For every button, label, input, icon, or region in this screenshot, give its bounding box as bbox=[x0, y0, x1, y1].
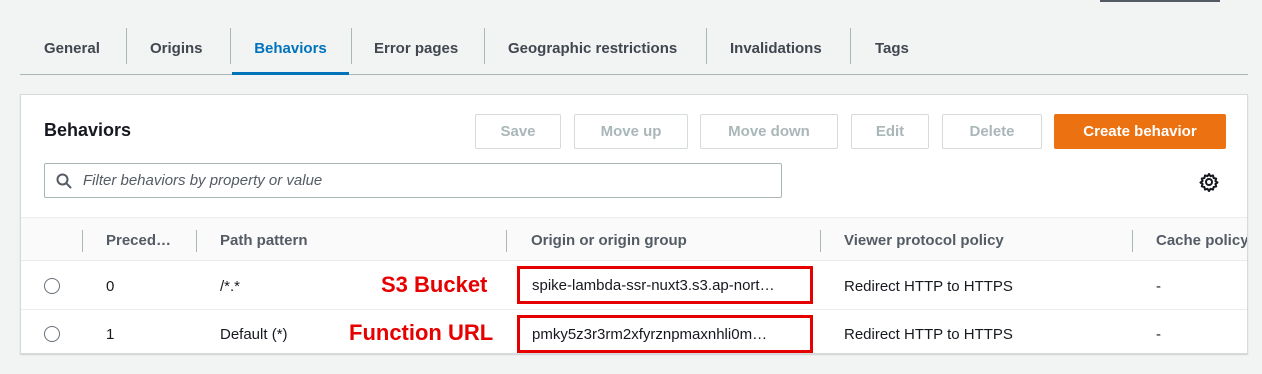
table-header: Preced… Path pattern Origin or origin gr… bbox=[21, 217, 1247, 262]
origin-cell: pmky5z3r3rm2xfyrznpmaxnhli0m… bbox=[517, 315, 813, 353]
column-header-precedence[interactable]: Preced… bbox=[106, 218, 171, 262]
tab-divider bbox=[126, 28, 127, 64]
cache-policy-cell: - bbox=[1156, 325, 1161, 343]
move-down-button[interactable]: Move down bbox=[700, 114, 838, 149]
behaviors-panel: Behaviors Save Move up Move down Edit De… bbox=[20, 94, 1248, 354]
column-header-cache-policy[interactable]: Cache policy bbox=[1156, 218, 1247, 262]
tab-behaviors[interactable]: Behaviors bbox=[232, 22, 349, 75]
search-input[interactable] bbox=[83, 172, 763, 189]
column-divider bbox=[82, 230, 83, 252]
table-row[interactable]: 1 Default (*) Function URL pmky5z3r3rm2x… bbox=[21, 310, 1247, 353]
tab-error-pages[interactable]: Error pages bbox=[374, 22, 458, 74]
table-row[interactable]: 0 /*.* S3 Bucket spike-lambda-ssr-nuxt3.… bbox=[21, 262, 1247, 310]
delete-button[interactable]: Delete bbox=[942, 114, 1042, 149]
cache-policy-cell: - bbox=[1156, 277, 1161, 295]
tab-tags[interactable]: Tags bbox=[875, 22, 909, 74]
precedence-cell: 1 bbox=[106, 325, 115, 343]
gear-icon[interactable] bbox=[1199, 172, 1219, 197]
create-behavior-button[interactable]: Create behavior bbox=[1054, 114, 1226, 149]
tab-bar: General Origins Behaviors Error pages Ge… bbox=[20, 22, 1248, 75]
tab-geographic-restrictions[interactable]: Geographic restrictions bbox=[508, 22, 677, 74]
precedence-cell: 0 bbox=[106, 277, 115, 295]
annotation-label: Function URL bbox=[349, 320, 494, 345]
column-divider bbox=[820, 230, 821, 252]
tab-divider bbox=[230, 28, 231, 64]
column-divider bbox=[506, 230, 507, 252]
column-header-viewer-protocol-policy[interactable]: Viewer protocol policy bbox=[844, 218, 1004, 262]
top-divider bbox=[1100, 0, 1220, 2]
tab-divider bbox=[351, 28, 352, 64]
column-divider bbox=[1132, 230, 1133, 252]
viewer-protocol-policy-cell: Redirect HTTP to HTTPS bbox=[844, 277, 1013, 295]
edit-button[interactable]: Edit bbox=[851, 114, 929, 149]
move-up-button[interactable]: Move up bbox=[574, 114, 688, 149]
filter-search-box[interactable] bbox=[44, 163, 782, 198]
annotation-label: S3 Bucket bbox=[381, 272, 488, 297]
origin-cell: spike-lambda-ssr-nuxt3.s3.ap-nort… bbox=[517, 266, 813, 304]
tab-origins[interactable]: Origins bbox=[150, 22, 203, 74]
path-pattern-cell: /*.* bbox=[220, 277, 241, 295]
tab-divider bbox=[850, 28, 851, 64]
row-select-radio[interactable] bbox=[44, 278, 60, 294]
column-header-origin[interactable]: Origin or origin group bbox=[531, 218, 687, 262]
tab-divider bbox=[484, 28, 485, 64]
tab-divider bbox=[706, 28, 707, 64]
save-button[interactable]: Save bbox=[475, 114, 561, 149]
viewer-protocol-policy-cell: Redirect HTTP to HTTPS bbox=[844, 325, 1013, 343]
panel-title: Behaviors bbox=[44, 120, 132, 140]
row-select-radio[interactable] bbox=[44, 326, 60, 342]
column-header-path-pattern[interactable]: Path pattern bbox=[220, 218, 308, 262]
tab-general[interactable]: General bbox=[44, 22, 100, 74]
column-divider bbox=[196, 230, 197, 252]
search-icon bbox=[45, 173, 83, 189]
tab-invalidations[interactable]: Invalidations bbox=[730, 22, 822, 74]
path-pattern-cell: Default (*) bbox=[220, 325, 288, 343]
